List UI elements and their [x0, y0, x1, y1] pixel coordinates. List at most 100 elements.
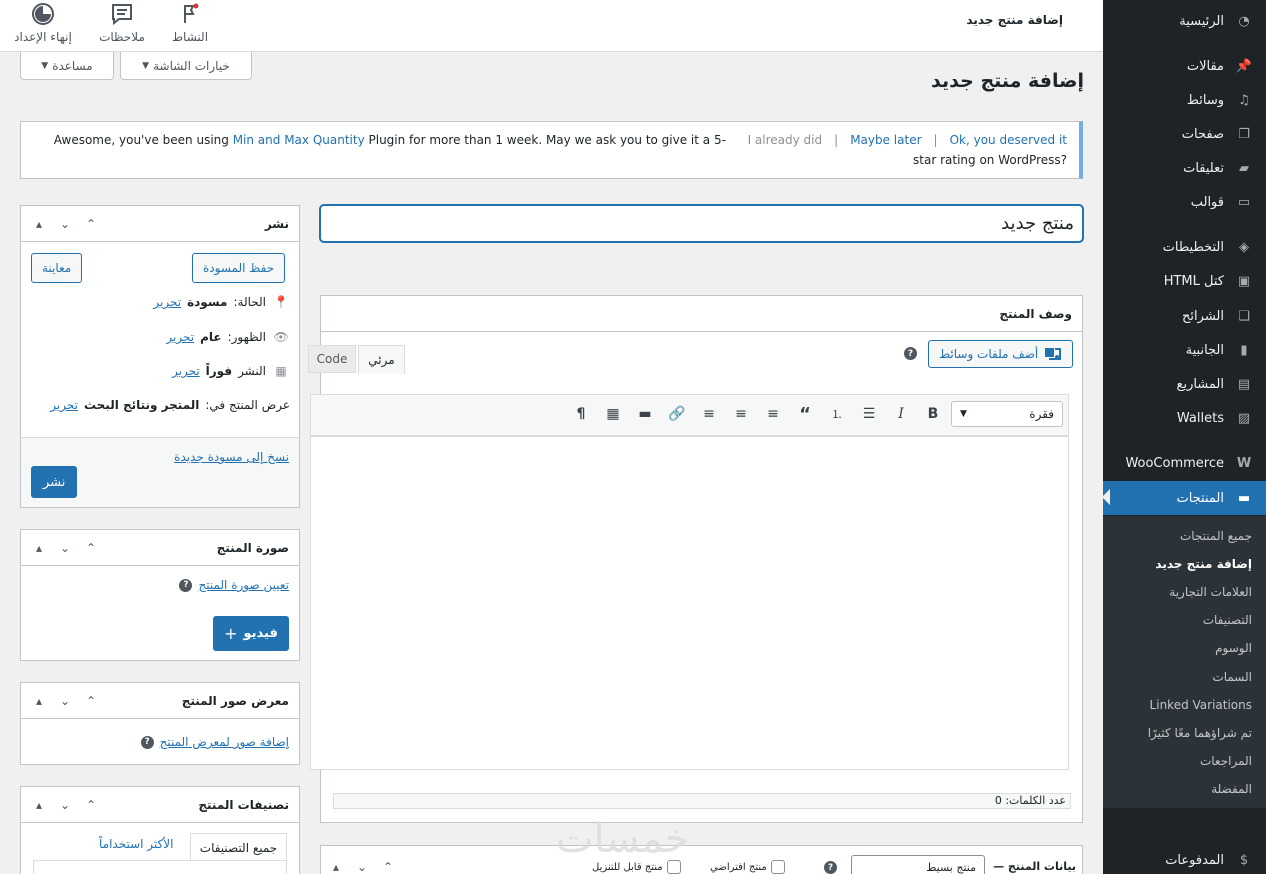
link-icon[interactable]: 🔗: [666, 404, 688, 424]
align-left-icon[interactable]: ≡: [762, 404, 784, 424]
help-icon[interactable]: ?: [140, 735, 154, 749]
chevron-up-icon[interactable]: ⌃: [380, 860, 396, 874]
sidebar-item-templates[interactable]: ▭ قوالب: [1103, 185, 1266, 219]
sidebar-item-wallets[interactable]: ▨ Wallets: [1103, 401, 1266, 435]
move-up-icon[interactable]: ▴: [31, 798, 47, 812]
move-up-icon[interactable]: ▴: [31, 541, 47, 555]
chevron-up-icon[interactable]: ⌃: [83, 541, 99, 555]
help-icon[interactable]: ?: [179, 578, 193, 592]
move-up-icon[interactable]: ▴: [328, 860, 344, 874]
chevron-down-icon[interactable]: ⌄: [354, 860, 370, 874]
virtual-label: منتج افتراضي: [710, 861, 767, 873]
editor-content-area[interactable]: [310, 436, 1069, 770]
sidebar-item-sidebars[interactable]: ▮ الجانبية: [1103, 333, 1266, 367]
submenu-all-products[interactable]: جميع المنتجات: [1180, 529, 1252, 543]
toolbar-toggle-icon[interactable]: ▦: [602, 404, 624, 424]
read-more-icon[interactable]: ▬: [634, 404, 656, 424]
sidebar-item-slides[interactable]: ❏ الشرائح: [1103, 299, 1266, 333]
caret-down-icon: ▼: [960, 409, 967, 419]
sidebar-item-comments[interactable]: ▰ تعليقات: [1103, 151, 1266, 185]
blockquote-icon[interactable]: “: [794, 404, 816, 425]
submenu-wishlist[interactable]: المفضلة: [1211, 782, 1252, 796]
italic-icon[interactable]: I: [890, 404, 912, 424]
tab-visual[interactable]: مرئي: [358, 345, 405, 374]
already-did-link[interactable]: I already did: [748, 133, 823, 147]
catalog-edit-link[interactable]: تحرير: [50, 398, 78, 412]
sidebar-item-label: كتل HTML: [1163, 273, 1224, 289]
add-media-button[interactable]: أضف ملفات وسائط: [928, 340, 1074, 368]
submenu-brands[interactable]: العلامات التجارية: [1169, 585, 1252, 599]
product-title-input[interactable]: [320, 205, 1083, 242]
paragraph-icon[interactable]: ¶: [570, 404, 592, 424]
product-type-select[interactable]: منتج بسيط: [851, 855, 985, 874]
notes-button[interactable]: ملاحظات: [82, 2, 162, 44]
chevron-down-icon[interactable]: ⌄: [57, 798, 73, 812]
help-button[interactable]: مساعدة ▼: [20, 52, 114, 80]
finish-setup-button[interactable]: إنهاء الإعداد: [3, 2, 83, 44]
virtual-checkbox[interactable]: [770, 860, 785, 874]
chevron-up-icon[interactable]: ⌃: [83, 217, 99, 231]
submenu-add-new[interactable]: إضافة منتج جديد: [1155, 557, 1252, 571]
chevron-down-icon[interactable]: ⌄: [57, 217, 73, 231]
sidebar-item-html-blocks[interactable]: ▣ كتل HTML: [1103, 264, 1266, 298]
catalog-value: المتجر ونتائج البحث: [83, 398, 200, 412]
submenu-linked-variations[interactable]: Linked Variations: [1150, 698, 1252, 712]
set-product-image-link[interactable]: تعيين صورة المنتج: [198, 578, 289, 592]
sidebar-item-posts[interactable]: 📌 مقالات: [1103, 49, 1266, 83]
copy-to-draft-link[interactable]: نسخ إلى مسودة جديدة: [174, 450, 289, 464]
video-button[interactable]: فيديو +: [213, 616, 289, 651]
status-edit-link[interactable]: تحرير: [153, 295, 181, 309]
align-center-icon[interactable]: ≡: [730, 404, 752, 424]
top-bar: إضافة منتج جديد النشاط ملاحظات إنهاء الإ…: [0, 0, 1103, 52]
add-gallery-images-link[interactable]: إضافة صور لمعرض المنتج: [160, 735, 289, 749]
tab-all-categories[interactable]: جميع التصنيفات: [190, 833, 287, 861]
maybe-later-link[interactable]: Maybe later: [850, 133, 921, 147]
preview-button[interactable]: معاينة: [31, 253, 83, 283]
bold-icon[interactable]: B: [922, 404, 944, 424]
schedule-edit-link[interactable]: تحرير: [172, 364, 200, 378]
categories-list[interactable]: [33, 860, 287, 874]
sidebar-item-dashboard[interactable]: ◔ الرئيسية: [1103, 4, 1266, 38]
align-right-icon[interactable]: ≡: [698, 404, 720, 424]
caret-down-icon: ▼: [41, 60, 49, 71]
save-draft-button[interactable]: حفظ المسودة: [192, 253, 286, 283]
help-icon[interactable]: ?: [904, 347, 917, 360]
submenu-attributes[interactable]: السمات: [1212, 670, 1252, 684]
sidebar-item-label: Wallets: [1176, 410, 1224, 426]
visibility-edit-link[interactable]: تحرير: [166, 330, 194, 344]
downloadable-checkbox-row[interactable]: منتج قابل للتنزيل: [592, 860, 681, 874]
submenu-bought-together[interactable]: تم شراؤهما معًا كثيرًا: [1148, 726, 1252, 740]
sidebar-item-products[interactable]: ▬ المنتجات: [1102, 481, 1266, 515]
submenu-tags[interactable]: الوسوم: [1215, 641, 1252, 655]
status-value: مسودة: [187, 295, 228, 309]
move-up-icon[interactable]: ▴: [31, 217, 47, 231]
sidebar-item-label: تعليقات: [1183, 160, 1224, 176]
sidebar-item-media[interactable]: ♫ وسائط: [1103, 83, 1266, 117]
sidebar-item-layouts[interactable]: ◈ التخطيطات: [1103, 230, 1266, 264]
chevron-up-icon[interactable]: ⌃: [83, 798, 99, 812]
progress-icon: [32, 3, 54, 25]
publish-button[interactable]: نشر: [31, 466, 78, 498]
activity-button[interactable]: النشاط: [150, 2, 230, 44]
move-up-icon[interactable]: ▴: [31, 694, 47, 708]
sidebar-item-pages[interactable]: ❐ صفحات: [1103, 117, 1266, 151]
tab-code[interactable]: Code: [308, 345, 356, 373]
downloadable-checkbox[interactable]: [666, 860, 681, 874]
sidebar-item-payments[interactable]: $ المدفوعات: [1103, 843, 1266, 874]
deserved-it-link[interactable]: Ok, you deserved it: [950, 133, 1067, 147]
virtual-checkbox-row[interactable]: منتج افتراضي: [710, 860, 785, 874]
submenu-categories[interactable]: التصنيفات: [1203, 613, 1252, 627]
format-select[interactable]: فقرة ▼: [951, 401, 1063, 427]
chevron-down-icon[interactable]: ⌄: [57, 694, 73, 708]
activity-label: النشاط: [171, 30, 209, 44]
sidebar-item-woocommerce[interactable]: W WooCommerce: [1103, 446, 1266, 480]
screen-options-button[interactable]: خيارات الشاشة ▼: [120, 52, 252, 80]
submenu-reviews[interactable]: المراجعات: [1200, 754, 1252, 768]
chevron-down-icon[interactable]: ⌄: [57, 541, 73, 555]
numbered-list-icon[interactable]: ⒈: [826, 404, 848, 424]
help-icon[interactable]: ?: [824, 861, 837, 874]
sidebar-item-projects[interactable]: ▤ المشاريع: [1103, 367, 1266, 401]
tab-popular-categories[interactable]: الأكثر استخداماً: [99, 837, 173, 851]
bullet-list-icon[interactable]: ☰: [858, 404, 880, 424]
chevron-up-icon[interactable]: ⌃: [83, 694, 99, 708]
